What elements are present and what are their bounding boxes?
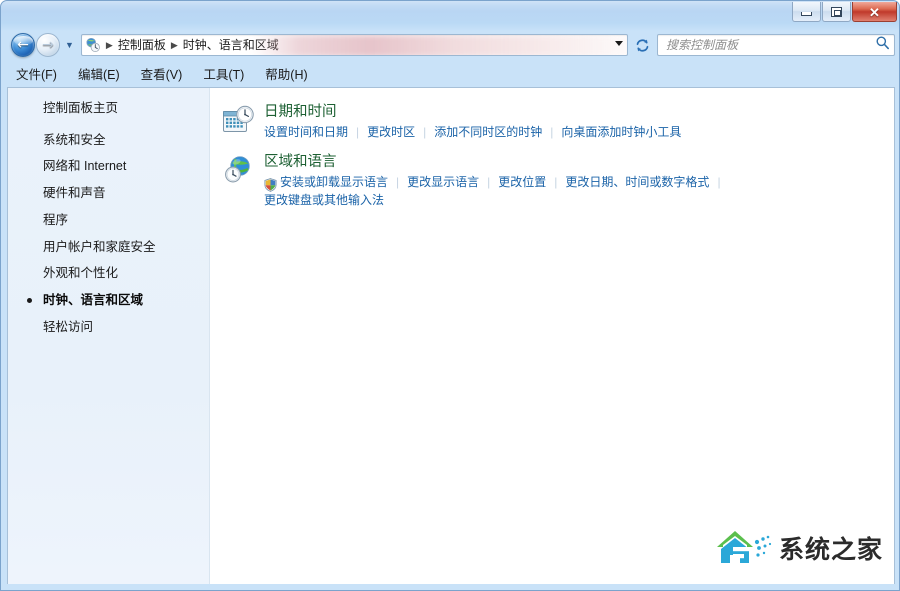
globe-clock-icon[interactable]	[222, 152, 264, 209]
maximize-icon	[831, 6, 842, 17]
task-link-add-clocks[interactable]: 添加不同时区的时钟	[434, 124, 542, 141]
task-link-add-clock-gadget[interactable]: 向桌面添加时钟小工具	[561, 124, 681, 141]
refresh-button[interactable]	[631, 34, 653, 56]
menu-item-file[interactable]: 文件(F)	[16, 69, 57, 82]
close-button[interactable]: ✕	[852, 2, 897, 22]
search-icon[interactable]	[875, 35, 890, 55]
sidebar-item-network-internet[interactable]: 网络和 Internet	[43, 159, 209, 174]
task-separator: |	[550, 125, 554, 140]
forward-button[interactable]: →	[36, 33, 60, 57]
task-link-change-date-time-number-format[interactable]: 更改日期、时间或数字格式	[565, 174, 709, 191]
sidebar-item-user-accounts[interactable]: 用户帐户和家庭安全	[43, 240, 209, 255]
menu-item-edit[interactable]: 编辑(E)	[78, 69, 120, 82]
control-panel-window: ✕ ← → ▼ ▶ 控制面板 ▶ 时钟、语言和区域 搜索控制面板 文件(F) 编…	[0, 0, 900, 591]
forward-arrow-icon: →	[42, 37, 54, 53]
breadcrumb-item-control-panel[interactable]: 控制面板	[118, 39, 166, 51]
task-links-row: 设置时间和日期 | 更改时区 | 添加不同时区的时钟 | 向桌面添加时钟小工具	[264, 124, 681, 141]
minimize-icon	[801, 11, 812, 16]
task-links-row: 安装或卸载显示语言 | 更改显示语言 | 更改位置 | 更改日期、时间或数字格式…	[264, 174, 729, 193]
sidebar-item-control-panel-home[interactable]: 控制面板主页	[8, 102, 209, 115]
address-dropdown-icon[interactable]	[615, 41, 623, 46]
active-bullet-icon	[27, 298, 32, 303]
task-separator: |	[487, 175, 491, 190]
navigation-bar: ← → ▼ ▶ 控制面板 ▶ 时钟、语言和区域 搜索控制面板	[1, 28, 899, 62]
nav-arrow-group: ← → ▼	[11, 33, 74, 57]
task-separator: |	[717, 175, 721, 190]
category-date-time: 日期和时间 设置时间和日期 | 更改时区 | 添加不同时区的时钟 | 向桌面添加…	[222, 102, 894, 142]
calendar-clock-icon[interactable]	[222, 102, 264, 142]
sidebar-item-clock-language-region[interactable]: 时钟、语言和区域	[27, 293, 209, 308]
back-button[interactable]: ←	[11, 33, 35, 57]
back-arrow-icon: ←	[17, 37, 29, 53]
sidebar-item-label: 时钟、语言和区域	[43, 293, 144, 307]
task-separator: |	[356, 125, 360, 140]
search-input[interactable]: 搜索控制面板	[666, 39, 875, 51]
search-box[interactable]: 搜索控制面板	[657, 34, 895, 56]
sidebar: 控制面板主页 系统和安全 网络和 Internet 硬件和声音 程序 用户帐户和…	[8, 88, 210, 584]
task-link-change-display-language[interactable]: 更改显示语言	[407, 174, 479, 191]
window-controls: ✕	[791, 2, 897, 22]
recent-pages-icon[interactable]: ▼	[65, 40, 74, 50]
sidebar-item-programs[interactable]: 程序	[43, 213, 209, 228]
breadcrumb-separator-icon: ▶	[105, 39, 113, 50]
category-body: 日期和时间 设置时间和日期 | 更改时区 | 添加不同时区的时钟 | 向桌面添加…	[264, 102, 681, 142]
sidebar-item-ease-of-access[interactable]: 轻松访问	[43, 320, 209, 335]
sidebar-list: 系统和安全 网络和 Internet 硬件和声音 程序 用户帐户和家庭安全 外观…	[8, 133, 209, 335]
task-separator: |	[396, 175, 400, 190]
address-bar[interactable]: ▶ 控制面板 ▶ 时钟、语言和区域	[80, 34, 628, 56]
title-bar: ✕	[1, 1, 899, 27]
menu-item-help[interactable]: 帮助(H)	[265, 69, 307, 82]
maximize-button[interactable]	[822, 2, 851, 22]
task-link-change-keyboard-input[interactable]: 更改键盘或其他输入法	[264, 192, 384, 209]
content-area: 日期和时间 设置时间和日期 | 更改时区 | 添加不同时区的时钟 | 向桌面添加…	[210, 88, 894, 584]
close-icon: ✕	[869, 5, 880, 20]
task-links-row-second: 更改键盘或其他输入法	[264, 192, 729, 209]
sidebar-item-hardware-sound[interactable]: 硬件和声音	[43, 186, 209, 201]
breadcrumb-item-current[interactable]: 时钟、语言和区域	[183, 39, 279, 51]
uac-shield-icon	[264, 176, 277, 193]
menu-bar: 文件(F) 编辑(E) 查看(V) 工具(T) 帮助(H)	[2, 64, 899, 86]
task-separator: |	[554, 175, 558, 190]
task-link-set-time-date[interactable]: 设置时间和日期	[264, 124, 348, 141]
sidebar-item-system-security[interactable]: 系统和安全	[43, 133, 209, 148]
minimize-button[interactable]	[792, 2, 821, 22]
category-body: 区域和语言 安装或卸载显示语言 | 更改显示语言 | 更改位置 | 更改日期、时…	[264, 152, 729, 209]
client-area: 控制面板主页 系统和安全 网络和 Internet 硬件和声音 程序 用户帐户和…	[7, 87, 895, 584]
menu-item-tools[interactable]: 工具(T)	[203, 69, 244, 82]
category-region-language: 区域和语言 安装或卸载显示语言 | 更改显示语言 | 更改位置 | 更改日期、时…	[222, 152, 894, 209]
task-separator: |	[423, 125, 427, 140]
control-panel-icon	[85, 37, 101, 53]
task-link-change-timezone[interactable]: 更改时区	[367, 124, 415, 141]
category-title-region-language[interactable]: 区域和语言	[264, 154, 337, 171]
category-title-date-time[interactable]: 日期和时间	[264, 104, 337, 121]
task-link-install-uninstall-language[interactable]: 安装或卸载显示语言	[280, 174, 388, 191]
breadcrumb-separator-icon: ▶	[170, 39, 178, 50]
menu-item-view[interactable]: 查看(V)	[141, 69, 183, 82]
sidebar-item-appearance[interactable]: 外观和个性化	[43, 266, 209, 281]
task-link-change-location[interactable]: 更改位置	[498, 174, 546, 191]
address-blur-artifact	[251, 35, 627, 55]
